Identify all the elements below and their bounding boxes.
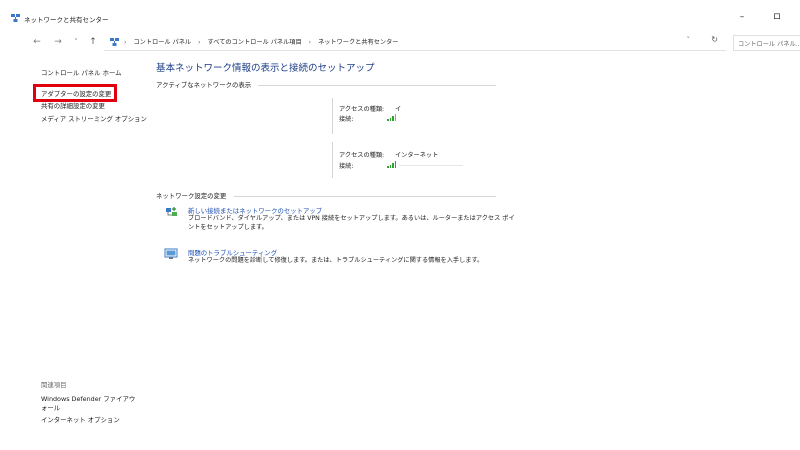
minimize-button[interactable]: – [731,10,753,24]
up-button[interactable]: ↑ [86,35,100,49]
breadcrumb-separator: › [308,39,312,46]
network-center-icon [11,14,20,22]
access-type-label: アクセスの種類: [339,106,385,113]
related-items-header: 関連項目 [41,381,67,389]
breadcrumb-separator: › [124,39,127,46]
search-placeholder: コントロール パネル... [738,41,800,48]
section-divider [234,196,496,197]
access-type-value: インターネット [395,152,439,159]
media-streaming-options-link[interactable]: メディア ストリーミング オプション [41,114,147,123]
related-items: 関連項目 Windows Defender ファイアウォール インターネット オ… [41,380,151,425]
address-dropdown-button[interactable]: ˅ [687,36,691,44]
wifi-signal-icon[interactable] [387,161,397,168]
connection-label: 接続: [339,163,354,170]
page-title: 基本ネットワーク情報の表示と接続のセットアップ [156,63,375,74]
restore-button[interactable]: ロ [766,10,788,24]
advanced-sharing-settings-link[interactable]: 共有の詳細設定の変更 [41,101,105,110]
control-panel-icon [110,38,119,46]
internet-options-link[interactable]: インターネット オプション [41,416,151,425]
address-bar[interactable]: › コントロール パネル › すべてのコントロール パネル項目 › ネットワーク… [104,34,726,51]
breadcrumb-separator: › [198,39,201,46]
navigation-bar: ← → ˅ ↑ › コントロール パネル › すべてのコントロール パネル項目 … [0,34,800,54]
redacted-connection-name [399,165,463,166]
control-panel-home-link[interactable]: コントロール パネル ホーム [41,68,122,77]
network-card: アクセスの種類: インターネット 接続: [332,142,497,178]
highlight-annotation [33,84,117,102]
title-bar: ネットワークと共有センター – ロ [0,0,800,34]
new-connection-link[interactable]: 新しい接続またはネットワークのセットアップ [188,206,322,215]
breadcrumb-item[interactable]: すべてのコントロール パネル項目 [208,39,302,46]
troubleshoot-link[interactable]: 問題のトラブルシューティング [188,248,277,257]
forward-button[interactable]: → [51,35,65,49]
network-settings-title: ネットワーク設定の変更 [156,192,227,200]
wifi-signal-icon[interactable] [387,114,397,121]
breadcrumb-item[interactable]: コントロール パネル [133,39,191,46]
firewall-link[interactable]: Windows Defender ファイアウォール [41,395,139,413]
breadcrumb-item[interactable]: ネットワークと共有センター [318,39,398,46]
breadcrumb: › コントロール パネル › すべてのコントロール パネル項目 › ネットワーク… [124,37,399,46]
connection-label: 接続: [339,116,354,123]
back-button[interactable]: ← [30,35,44,49]
search-box[interactable]: コントロール パネル... [733,35,800,51]
troubleshoot-description: ネットワークの問題を診断して修復します。または、トラブルシューティングに関する情… [188,257,484,264]
refresh-button[interactable]: ↻ [711,35,718,44]
network-card: アクセスの種類: イ 接続: [332,98,497,134]
window-title: ネットワークと共有センター [24,16,109,24]
new-connection-description: ブロードバンド、ダイヤルアップ、または VPN 接続をセットアップします。あるい… [188,215,515,231]
active-networks-title: アクティブなネットワークの表示 [156,81,252,89]
access-type-value: イ [395,106,402,113]
access-type-label: アクセスの種類: [339,152,385,159]
new-connection-icon [166,207,177,216]
section-divider [258,85,496,86]
troubleshoot-icon [164,248,178,259]
recent-locations-button[interactable]: ˅ [69,35,83,49]
